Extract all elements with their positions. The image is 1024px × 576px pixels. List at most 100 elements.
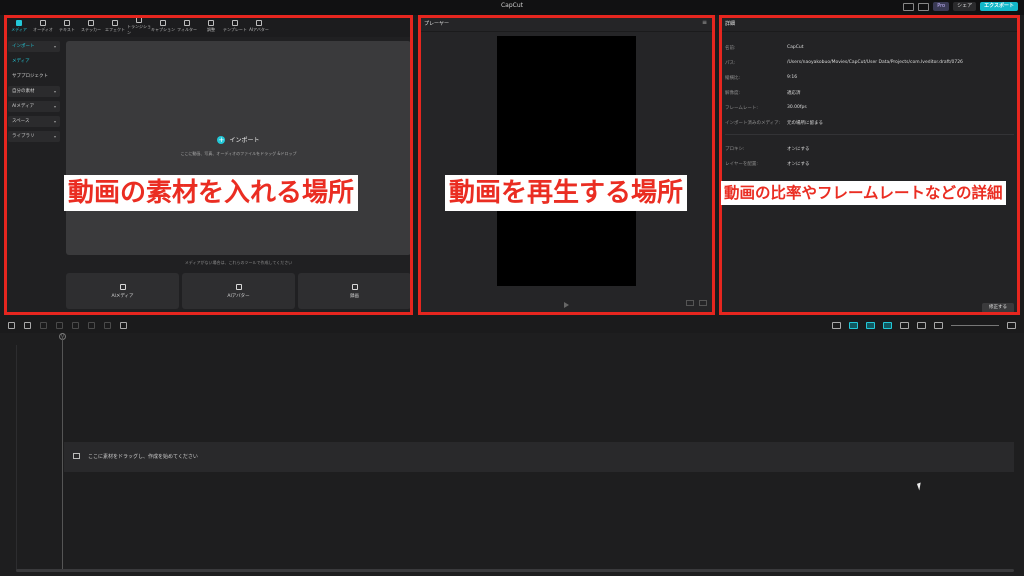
split-left-icon[interactable] [72,322,79,329]
ai-avatar-icon [256,19,262,26]
detail-value[interactable]: オンにする [787,161,810,167]
split-right-icon[interactable] [88,322,95,329]
detail-value: CapCut [787,45,804,50]
shortcut-icon[interactable] [918,2,930,11]
tool-tab-label: トランジション [127,23,151,35]
media-nav-label: メディア [12,59,30,64]
tool-tab-label: キャプション [151,26,175,32]
undo-icon[interactable] [24,322,31,329]
detail-value[interactable]: オンにする [787,146,810,152]
zoom-out-icon[interactable] [934,322,943,329]
split-icon[interactable] [56,322,63,329]
media-nav-label: ライブラリ [12,134,35,139]
callout-player: 動画を再生する場所 [445,175,688,211]
detail-value: /Users/naoyakobuo/Movies/CapCut/User Dat… [787,60,963,65]
track-rail [16,345,17,570]
zoom-in-icon[interactable] [1007,322,1016,329]
preview-axis-icon[interactable] [883,322,892,329]
media-nav-item[interactable]: スペース ▾ [8,116,60,127]
menu-icon[interactable]: ≡ [702,19,707,26]
tool-tab[interactable]: トランジション [127,15,151,37]
ai-avatar-card[interactable]: AIアバター [182,273,295,309]
detail-value: 元の場所に留まる [787,120,823,126]
media-nav-item[interactable]: ライブラリ ▾ [8,131,60,142]
zoom-slider[interactable] [951,325,999,326]
shield-icon[interactable] [120,322,127,329]
detail-row-path: パス: /Users/naoyakobuo/Movies/CapCut/User… [725,55,1014,70]
ai-avatar-icon [235,283,242,290]
tool-tab[interactable]: AIアバター [247,15,271,37]
tool-tab[interactable]: テンプレート [223,15,247,37]
screen-icon[interactable] [900,322,909,329]
redo-icon[interactable] [40,322,47,329]
link-icon[interactable] [866,322,875,329]
media-nav-item[interactable]: 自分の素材 ▾ [8,86,60,97]
import-drop-area[interactable]: + インポート ここに動画、写真、オーディオのファイルをドラッグ &ドロップ [66,41,411,255]
tool-tab-label: ステッカー [81,26,101,32]
titlebar-actions: Pro シェア エクスポート [903,2,1018,11]
filter-icon [184,19,190,26]
mouse-cursor-icon [916,482,924,491]
chevron-down-icon: ▾ [53,104,56,109]
tool-tab[interactable]: 調整 [199,15,223,37]
detail-row-layers: レイヤーを配置: オンにする [725,156,1014,171]
player-header: プレーヤー ≡ [418,15,715,32]
media-nav-item[interactable]: サブプロジェクト [8,71,60,82]
record-icon [351,283,358,290]
pro-button[interactable]: Pro [933,2,950,11]
media-icon [16,19,22,26]
tool-tab[interactable]: オーディオ [31,15,55,37]
media-nav-item[interactable]: AIメディア ▾ [8,101,60,112]
detail-key: 名前: [725,45,736,51]
media-nav-item[interactable]: インポート ▾ [8,41,60,52]
delete-icon[interactable] [104,322,111,329]
playhead[interactable] [62,337,63,572]
detail-key: インポート済みのメディア: [725,120,781,126]
detail-value: 30.00fps [787,105,807,110]
tool-hint: メディアがない場合は、これらのツールで作成してください [184,260,293,265]
microphone-icon[interactable] [832,322,841,329]
export-button[interactable]: エクスポート [980,2,1018,11]
detail-key: パス: [725,60,736,66]
film-icon [73,453,80,459]
select-tool-icon[interactable] [8,322,15,329]
fullscreen-icon[interactable] [699,300,707,306]
main-track-drop-zone[interactable]: ここに素材をドラッグし、作成を始めてください [64,442,1014,472]
tool-tab[interactable]: テキスト [55,15,79,37]
detail-row-name: 名前: CapCut [725,40,1014,55]
share-button[interactable]: シェア [953,2,977,11]
tool-tab[interactable]: エフェクト [103,15,127,37]
video-viewer[interactable] [497,36,636,286]
callout-media: 動画の素材を入れる場所 [64,175,359,211]
player-title: プレーヤー [424,21,450,27]
tool-card-label: 録画 [350,293,359,299]
detail-row-proxy: プロキシ: オンにする [725,141,1014,156]
tool-tab[interactable]: フィルター [175,15,199,37]
ratio-icon[interactable] [686,300,694,306]
player-controls [686,300,707,306]
import-label: インポート [229,137,260,144]
layout-icon[interactable] [903,2,915,11]
player-panel: プレーヤー ≡ [418,15,715,315]
timeline-view-tools [832,322,1016,329]
horizontal-scrollbar[interactable] [16,569,1014,572]
details-header: 詳細 [719,15,1020,32]
zoom-fit-icon[interactable] [917,322,926,329]
tool-tab[interactable]: メディア [7,15,31,37]
tool-tab[interactable]: キャプション [151,15,175,37]
ai-media-card[interactable]: AIメディア [66,273,179,309]
detail-value: 9:16 [787,75,798,80]
tool-tab[interactable]: ステッカー [79,15,103,37]
tool-tab-label: テキスト [59,26,75,32]
media-nav-item[interactable]: メディア [8,56,60,67]
edit-button[interactable]: 修正する [982,303,1014,313]
detail-row-resolution: 解像度: 適応済 [725,85,1014,100]
import-button[interactable]: + インポート [66,135,411,144]
play-icon[interactable] [564,302,569,308]
snap-icon[interactable] [849,322,858,329]
text-icon [64,19,70,26]
record-card[interactable]: 録画 [298,273,411,309]
timeline[interactable]: 0 ここに素材をドラッグし、作成を始めてください [0,333,1024,576]
title-bar: CapCut Pro シェア エクスポート [0,0,1024,15]
chevron-down-icon: ▾ [53,89,56,94]
